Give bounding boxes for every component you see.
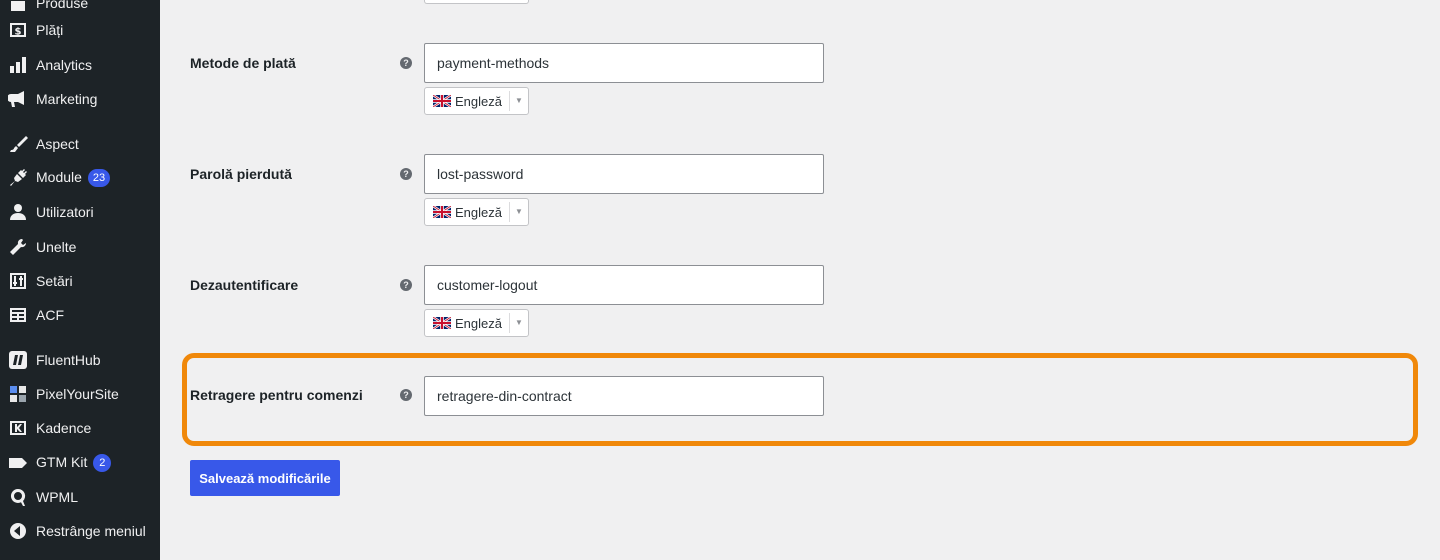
plugin-icon [8, 168, 28, 188]
sidebar-item-label: Marketing [36, 91, 98, 107]
sidebar-item-label: Kadence [36, 420, 92, 436]
sidebar-item-label: Analytics [36, 57, 93, 73]
sidebar-item-label: Aspect [36, 136, 79, 152]
sidebar-item-label: WPML [36, 489, 78, 505]
payment-methods-input[interactable] [424, 43, 824, 83]
paintbrush-icon [8, 134, 28, 154]
sidebar-item-aspect[interactable]: Aspect [0, 127, 160, 161]
table-icon [8, 305, 28, 325]
sidebar-item-pixelyoursite[interactable]: PixelYourSite [0, 377, 160, 411]
field-label-customer-logout: Dezautentificare [190, 277, 299, 293]
sidebar-item-plati[interactable]: $ Plăți [0, 13, 160, 47]
tag-icon [8, 453, 28, 473]
sidebar-item-unelte[interactable]: Unelte [0, 230, 160, 264]
sidebar-item-fluenthub[interactable]: FluentHub [0, 343, 160, 377]
sidebar-item-label: Produse [36, 0, 89, 11]
archive-icon [8, 0, 28, 13]
sidebar-item-label: Plăți [36, 22, 64, 38]
sidebar-item-module[interactable]: Module 23 [0, 161, 160, 195]
language-select[interactable]: Engleză ▼ [424, 198, 529, 226]
sidebar-item-marketing[interactable]: Marketing [0, 82, 160, 116]
language-label: Engleză [455, 93, 502, 109]
sidebar-item-label: PixelYourSite [36, 386, 119, 402]
field-label-order-withdrawal: Retragere pentru comenzi [190, 387, 363, 403]
help-icon[interactable]: ? [400, 168, 412, 180]
wpml-icon [8, 487, 28, 507]
sidebar-item-setari[interactable]: Setări [0, 264, 160, 298]
help-icon[interactable]: ? [400, 279, 412, 291]
sidebar-item-label: Restrânge meniul [36, 523, 146, 539]
select-separator [509, 313, 510, 333]
sidebar-item-utilizatori[interactable]: Utilizatori [0, 195, 160, 229]
select-separator [509, 202, 510, 222]
order-withdrawal-input[interactable] [424, 376, 824, 416]
kadence-icon [8, 418, 28, 438]
help-icon[interactable]: ? [400, 57, 412, 69]
sidebar-item-label: GTM Kit 2 [36, 454, 112, 473]
chevron-down-icon: ▼ [515, 318, 523, 327]
sidebar-item-wpml[interactable]: WPML [0, 480, 160, 514]
wrench-icon [8, 237, 28, 257]
sidebar-item-label: ACF [36, 307, 64, 323]
select-separator [509, 91, 510, 111]
user-icon [8, 202, 28, 222]
language-select[interactable]: Engleză ▼ [424, 309, 529, 337]
sidebar-item-gtm-kit[interactable]: GTM Kit 2 [0, 446, 160, 480]
customer-logout-input[interactable] [424, 265, 824, 305]
update-count-badge: 2 [93, 454, 112, 473]
sliders-icon [8, 271, 28, 291]
field-label-payment-methods: Metode de plată [190, 55, 296, 71]
uk-flag-icon [433, 206, 451, 218]
language-label: Engleză [455, 204, 502, 220]
sidebar-item-acf[interactable]: ACF [0, 298, 160, 332]
pixelyoursite-icon [8, 384, 28, 404]
sidebar-item-label: Module 23 [36, 169, 111, 188]
dollar-icon: $ [8, 20, 28, 40]
uk-flag-icon [433, 317, 451, 329]
lost-password-input[interactable] [424, 154, 824, 194]
fluenthub-icon [8, 350, 28, 370]
sidebar-item-analytics[interactable]: Analytics [0, 48, 160, 82]
language-select[interactable]: Engleză ▼ [424, 87, 529, 115]
save-changes-button[interactable]: Salvează modificările [190, 460, 340, 496]
megaphone-icon [8, 89, 28, 109]
sidebar-item-label: Setări [36, 273, 73, 289]
sidebar-item-kadence[interactable]: Kadence [0, 411, 160, 445]
bar-chart-icon [8, 55, 28, 75]
chevron-down-icon: ▼ [515, 96, 523, 105]
language-select-partial[interactable] [424, 0, 529, 4]
language-label: Engleză [455, 315, 502, 331]
sidebar-item-label: Utilizatori [36, 204, 94, 220]
update-count-badge: 23 [87, 169, 111, 188]
field-label-lost-password: Parolă pierdută [190, 166, 292, 182]
collapse-arrow-icon [8, 521, 28, 541]
chevron-down-icon: ▼ [515, 207, 523, 216]
admin-sidebar: Produse $ Plăți Analytics Marketing Aspe… [0, 0, 160, 560]
sidebar-item-label: FluentHub [36, 352, 101, 368]
sidebar-item-label: Unelte [36, 239, 77, 255]
collapse-menu-button[interactable]: Restrânge meniul [0, 514, 160, 548]
uk-flag-icon [433, 95, 451, 107]
svg-text:$: $ [15, 27, 22, 38]
help-icon[interactable]: ? [400, 389, 412, 401]
